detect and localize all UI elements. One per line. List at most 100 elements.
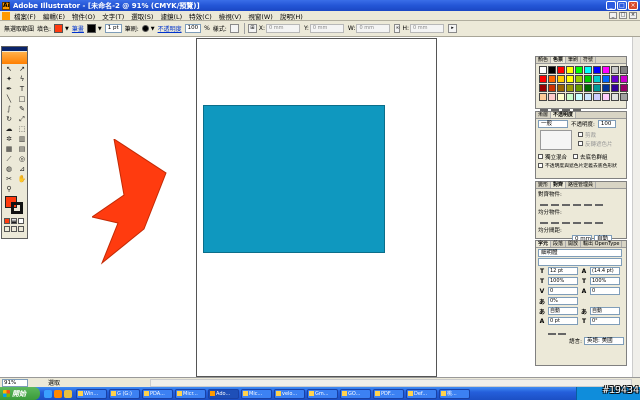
doc-minimize-button[interactable]: _ bbox=[609, 12, 617, 19]
blue-rectangle[interactable] bbox=[203, 105, 385, 253]
color-swatch[interactable] bbox=[566, 84, 574, 92]
warp-tool-icon[interactable]: ☁ bbox=[3, 125, 15, 134]
menu-object[interactable]: 物件(O) bbox=[72, 11, 95, 21]
strikethrough-icon[interactable] bbox=[558, 328, 566, 335]
taskbar-item[interactable]: Gm... bbox=[307, 388, 338, 399]
type-tool-icon[interactable]: T bbox=[16, 85, 28, 94]
menu-file[interactable]: 檔案(F) bbox=[14, 11, 36, 21]
magic-wand-tool-icon[interactable]: ✦ bbox=[3, 75, 15, 84]
tab-opentype[interactable]: 輸出 OpenType bbox=[581, 241, 623, 247]
graph-tool-icon[interactable]: ▥ bbox=[16, 135, 28, 144]
orange-polygon-shape[interactable] bbox=[92, 139, 168, 265]
menu-window[interactable]: 視窗(W) bbox=[248, 11, 273, 21]
swatch-options-icon[interactable] bbox=[551, 104, 559, 111]
live-paint-tool-icon[interactable]: ◍ bbox=[3, 165, 15, 174]
invert-mask-checkbox[interactable] bbox=[578, 141, 583, 146]
color-swatch[interactable] bbox=[602, 66, 610, 74]
menu-help[interactable]: 說明(H) bbox=[280, 11, 303, 21]
close-button[interactable]: × bbox=[628, 1, 638, 10]
tab-brushes[interactable]: 筆刷 bbox=[566, 57, 582, 63]
menu-view[interactable]: 檢視(V) bbox=[219, 11, 242, 21]
fill-stroke-widget[interactable] bbox=[2, 196, 27, 216]
blend-tool-icon[interactable]: ◎ bbox=[16, 155, 28, 164]
tab-open[interactable]: 開放 bbox=[566, 241, 582, 247]
color-swatch[interactable] bbox=[620, 93, 628, 101]
color-swatch[interactable] bbox=[602, 93, 610, 101]
knockout-group-checkbox[interactable] bbox=[573, 154, 579, 159]
standard-screen-mode-icon[interactable] bbox=[4, 226, 10, 232]
menu-select[interactable]: 選取(S) bbox=[131, 11, 153, 21]
pen-tool-icon[interactable]: ✒ bbox=[3, 85, 15, 94]
tab-swatches[interactable]: 色票 bbox=[551, 57, 567, 63]
menu-type[interactable]: 文字(T) bbox=[102, 11, 124, 21]
taskbar-item[interactable]: velo... bbox=[274, 388, 305, 399]
color-mode-icon[interactable] bbox=[4, 218, 10, 224]
gradient-tool-icon[interactable]: ▤ bbox=[16, 145, 28, 154]
vertical-scrollbar[interactable] bbox=[632, 37, 640, 377]
show-all-swatches-icon[interactable] bbox=[540, 104, 548, 111]
taskbar-item[interactable]: PDF... bbox=[373, 388, 404, 399]
color-swatch[interactable] bbox=[620, 66, 628, 74]
fill-swatch[interactable] bbox=[54, 24, 64, 33]
tab-align[interactable]: 對齊 bbox=[551, 182, 567, 188]
chevron-down-icon[interactable]: ▼ bbox=[98, 26, 102, 32]
color-swatch[interactable] bbox=[593, 84, 601, 92]
start-button[interactable]: 開始 bbox=[0, 387, 40, 400]
chevron-down-icon[interactable]: ▼ bbox=[65, 26, 69, 32]
color-swatch[interactable] bbox=[539, 84, 547, 92]
color-swatch[interactable] bbox=[611, 75, 619, 83]
tracking-field[interactable]: 0 bbox=[590, 287, 620, 295]
selection-tool-icon[interactable]: ↖ bbox=[3, 65, 15, 74]
align-hcenter-icon[interactable] bbox=[551, 199, 559, 206]
zoom-field[interactable]: 91% bbox=[2, 378, 28, 387]
color-swatch[interactable] bbox=[584, 75, 592, 83]
font-family-select[interactable]: 細明體 bbox=[538, 248, 622, 257]
opacity-field[interactable]: 100 bbox=[184, 24, 202, 33]
new-swatch-icon[interactable] bbox=[562, 104, 570, 111]
menu-filter[interactable]: 濾鏡(L) bbox=[160, 11, 182, 21]
stroke-link[interactable]: 筆畫 bbox=[72, 24, 84, 33]
color-swatch[interactable] bbox=[575, 84, 583, 92]
paintbrush-tool-icon[interactable]: ∫ bbox=[3, 105, 15, 114]
tab-gradient[interactable]: 漸層 bbox=[536, 112, 552, 118]
distribute-left-icon[interactable] bbox=[573, 217, 581, 224]
slice-tool-icon[interactable]: ⊿ bbox=[16, 165, 28, 174]
h-field[interactable]: 0 mm bbox=[410, 24, 445, 33]
full-screen-menu-mode-icon[interactable] bbox=[11, 226, 17, 232]
isolate-blending-checkbox[interactable] bbox=[538, 154, 543, 159]
brush-dot-icon[interactable] bbox=[141, 25, 149, 32]
color-swatch[interactable] bbox=[548, 66, 556, 74]
color-swatch[interactable] bbox=[602, 84, 610, 92]
panel-opacity-field[interactable]: 100 bbox=[597, 119, 616, 128]
color-swatch[interactable] bbox=[575, 66, 583, 74]
ie-icon[interactable] bbox=[44, 389, 52, 398]
color-swatch[interactable] bbox=[548, 93, 556, 101]
none-mode-icon[interactable] bbox=[18, 218, 24, 224]
taskbar-item[interactable]: Win... bbox=[76, 388, 107, 399]
color-swatch[interactable] bbox=[557, 66, 565, 74]
aki-left-field[interactable]: 自動 bbox=[548, 307, 578, 315]
align-top-icon[interactable] bbox=[573, 199, 581, 206]
distribute-top-icon[interactable] bbox=[540, 217, 548, 224]
color-swatch[interactable] bbox=[584, 84, 592, 92]
document-icon[interactable] bbox=[2, 11, 10, 20]
tab-character[interactable]: 字元 bbox=[536, 241, 552, 247]
distribute-right-icon[interactable] bbox=[595, 217, 603, 224]
align-right-icon[interactable] bbox=[562, 199, 570, 206]
stroke-swatch[interactable] bbox=[86, 24, 96, 33]
reference-point-icon[interactable]: ⊞ bbox=[247, 24, 257, 33]
kerning-field[interactable]: 0 bbox=[548, 287, 578, 295]
baseline-shift-field[interactable]: 0 pt bbox=[548, 317, 578, 325]
align-left-icon[interactable] bbox=[540, 199, 548, 206]
taskbar-item-illustrator[interactable]: Ado... bbox=[208, 388, 239, 399]
taskbar-item[interactable]: Micr... bbox=[175, 388, 206, 399]
opacity-mask-checkbox[interactable] bbox=[538, 163, 543, 168]
color-swatch[interactable] bbox=[602, 75, 610, 83]
tab-transparency[interactable]: 不透明度 bbox=[551, 112, 577, 118]
zoom-tool-icon[interactable]: ⚲ bbox=[3, 185, 15, 194]
color-swatch[interactable] bbox=[575, 75, 583, 83]
menu-effect[interactable]: 特效(C) bbox=[189, 11, 212, 21]
color-swatch[interactable] bbox=[593, 66, 601, 74]
taskbar-item[interactable]: Def... bbox=[406, 388, 437, 399]
y-field[interactable]: 0 mm bbox=[309, 24, 344, 33]
